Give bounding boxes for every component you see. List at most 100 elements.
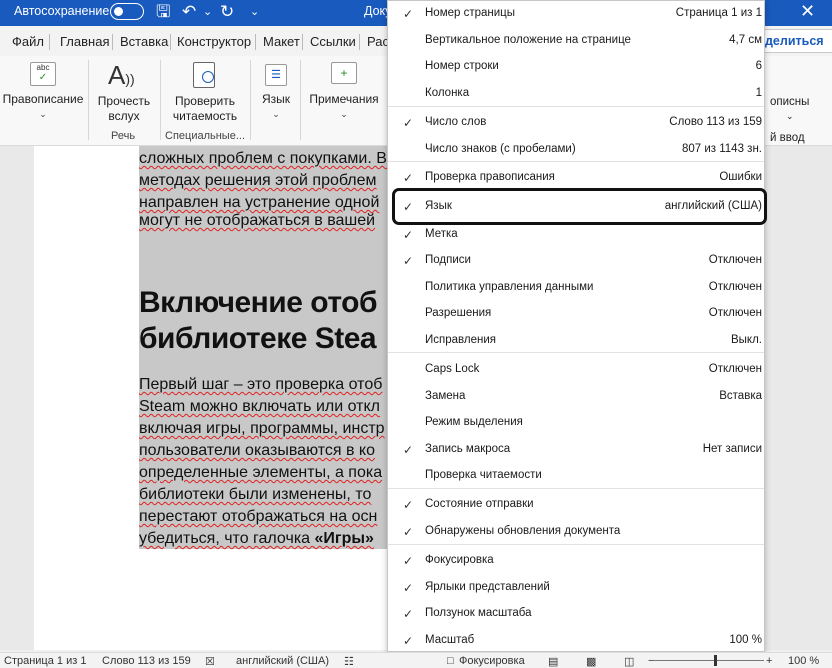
- menu-item-value: Отключен: [708, 281, 762, 293]
- customize-toolbar-icon[interactable]: ⌄: [250, 1, 259, 23]
- accessibility-icon[interactable]: ☷: [344, 655, 354, 668]
- checkmark-icon: ✓: [403, 116, 414, 130]
- close-icon[interactable]: ✕: [800, 1, 815, 22]
- statusbar-focus[interactable]: Фокусировка: [459, 655, 525, 667]
- tab-home[interactable]: Главная: [60, 34, 109, 49]
- comments-button[interactable]: Примечания ⌄: [304, 92, 384, 122]
- menu-item[interactable]: ✓ Масштаб 100 %: [388, 628, 764, 651]
- menu-item-label: Обнаружены обновления документа: [425, 525, 621, 537]
- menu-item-label: Ползунок масштаба: [425, 607, 532, 619]
- menu-item[interactable]: ✓ Метка: [388, 222, 764, 248]
- statusbar-page[interactable]: Страница 1 из 1: [4, 655, 86, 667]
- readability-icon: [193, 62, 215, 88]
- doc-line: пользователи оказываются в ко: [139, 442, 375, 459]
- checkmark-icon: ✓: [403, 228, 414, 242]
- menu-item[interactable]: Номер строки 6: [388, 54, 764, 80]
- menu-item[interactable]: ✓ Фокусировка: [388, 548, 764, 574]
- doc-line: включая игры, программы, инстр: [139, 420, 385, 437]
- menu-item-label: Разрешения: [425, 307, 492, 319]
- menu-item[interactable]: Колонка 1: [388, 81, 764, 107]
- zoom-slider-track[interactable]: [654, 660, 764, 661]
- checkmark-icon: ✓: [403, 554, 414, 568]
- readability-label-1: Проверить: [174, 94, 235, 108]
- menu-item-label: Фокусировка: [425, 554, 494, 566]
- menu-item[interactable]: ✓ Ярлыки представлений: [388, 575, 764, 601]
- zoom-slider-thumb[interactable]: [714, 655, 717, 666]
- autosave-toggle[interactable]: [110, 3, 144, 20]
- menu-item-label: Проверка правописания: [425, 171, 555, 183]
- save-icon[interactable]: 🖫: [156, 1, 170, 23]
- menu-item[interactable]: Caps Lock Отключен: [388, 357, 764, 383]
- menu-item[interactable]: ✓ Номер страницы Страница 1 из 1: [388, 1, 764, 27]
- focus-icon[interactable]: □: [447, 655, 454, 667]
- menu-item-label: Запись макроса: [425, 443, 511, 455]
- menu-item[interactable]: Политика управления данными Отключен: [388, 275, 764, 301]
- menu-item[interactable]: ✓ Запись макроса Нет записи: [388, 437, 764, 463]
- menu-item-label: Исправления: [425, 334, 496, 346]
- tab-mailings[interactable]: Рас: [367, 34, 389, 49]
- checkmark-icon: [403, 469, 413, 481]
- zoom-in-button[interactable]: +: [766, 655, 772, 667]
- read-aloud-button[interactable]: Прочесть вслух: [92, 94, 156, 124]
- doc-line: перестают отображаться на осн: [139, 508, 378, 525]
- menu-item[interactable]: ✓ Обнаружены обновления документа: [388, 519, 764, 545]
- checkmark-icon: [403, 363, 413, 375]
- menu-item[interactable]: ✓ Подписи Отключен: [388, 248, 764, 274]
- doc-line: библиотеки были изменены, то: [139, 486, 372, 503]
- menu-item[interactable]: Число знаков (с пробелами) 807 из 1143 зн…: [388, 137, 764, 163]
- menu-item-value: Слово 113 из 159: [669, 116, 762, 128]
- doc-line: определенные элементы, а пока: [139, 464, 383, 481]
- menu-item-value: 4,7 см: [729, 34, 762, 46]
- language-button[interactable]: Язык ⌄: [256, 92, 296, 122]
- statusbar-zoom[interactable]: 100 %: [788, 655, 819, 667]
- menu-item[interactable]: ✓ Ползунок масштаба: [388, 601, 764, 627]
- statusbar-language[interactable]: английский (США): [236, 655, 329, 667]
- proofing-icon[interactable]: ☒: [205, 655, 215, 668]
- language-icon: ☰: [265, 64, 287, 86]
- checkmark-icon: ✓: [403, 498, 414, 512]
- menu-item[interactable]: Режим выделения: [388, 410, 764, 436]
- statusbar-words[interactable]: Слово 113 из 159: [102, 655, 191, 667]
- web-layout-icon[interactable]: ◫: [624, 655, 634, 668]
- check-readability-button[interactable]: Проверить читаемость: [164, 94, 246, 124]
- menu-item-value: Отключен: [708, 307, 762, 319]
- menu-item-label: Метка: [425, 228, 458, 240]
- menu-item[interactable]: ✓ Состояние отправки: [388, 492, 764, 518]
- menu-item-label: Ярлыки представлений: [425, 581, 550, 593]
- highlight-ring: [392, 188, 767, 225]
- tab-insert[interactable]: Вставка: [120, 34, 168, 49]
- print-layout-icon[interactable]: ▩: [586, 655, 596, 668]
- menu-item[interactable]: Разрешения Отключен: [388, 301, 764, 327]
- zoom-out-button[interactable]: −: [648, 655, 654, 667]
- tab-file[interactable]: Файл: [12, 34, 44, 49]
- checkmark-icon: [403, 87, 413, 99]
- checkmark-icon: [403, 60, 413, 72]
- tab-layout[interactable]: Макет: [263, 34, 300, 49]
- redo-icon[interactable]: ↻: [220, 1, 234, 23]
- menu-item[interactable]: Проверка читаемости: [388, 463, 764, 489]
- checkmark-icon: ✓: [403, 607, 414, 621]
- statusbar-customize-menu: ✓ Номер страницы Страница 1 из 1 Вертикальн…: [387, 0, 765, 652]
- undo-icon[interactable]: ↶: [182, 1, 196, 23]
- tab-design[interactable]: Конструктор: [177, 34, 251, 49]
- spelling-button[interactable]: Правописание ⌄: [2, 92, 84, 122]
- menu-item-value: Отключен: [708, 254, 762, 266]
- menu-item-value: Страница 1 из 1: [675, 7, 762, 19]
- checkmark-icon: [403, 281, 413, 293]
- menu-item[interactable]: Замена Вставка: [388, 384, 764, 410]
- menu-item[interactable]: Вертикальное положение на странице 4,7 см: [388, 28, 764, 54]
- menu-item[interactable]: Исправления Выкл.: [388, 328, 764, 354]
- doc-line: направлен на устранение одной: [139, 194, 380, 211]
- menu-item-label: Колонка: [425, 87, 470, 99]
- checkmark-icon: ✓: [403, 525, 414, 539]
- tab-references[interactable]: Ссылки: [310, 34, 356, 49]
- read-mode-icon[interactable]: ▤: [548, 655, 558, 668]
- undo-dropdown-icon[interactable]: ⌄: [203, 1, 212, 23]
- menu-item-label: Масштаб: [425, 634, 475, 646]
- menu-item-value: Вставка: [719, 390, 762, 402]
- spelling-label: Правописание: [2, 92, 84, 106]
- menu-item[interactable]: ✓ Число слов Слово 113 из 159: [388, 110, 764, 136]
- doc-line: убедиться, что галочка «Игры»: [139, 530, 374, 548]
- checkmark-icon: ✓: [403, 171, 414, 185]
- checkmark-icon: [403, 416, 413, 428]
